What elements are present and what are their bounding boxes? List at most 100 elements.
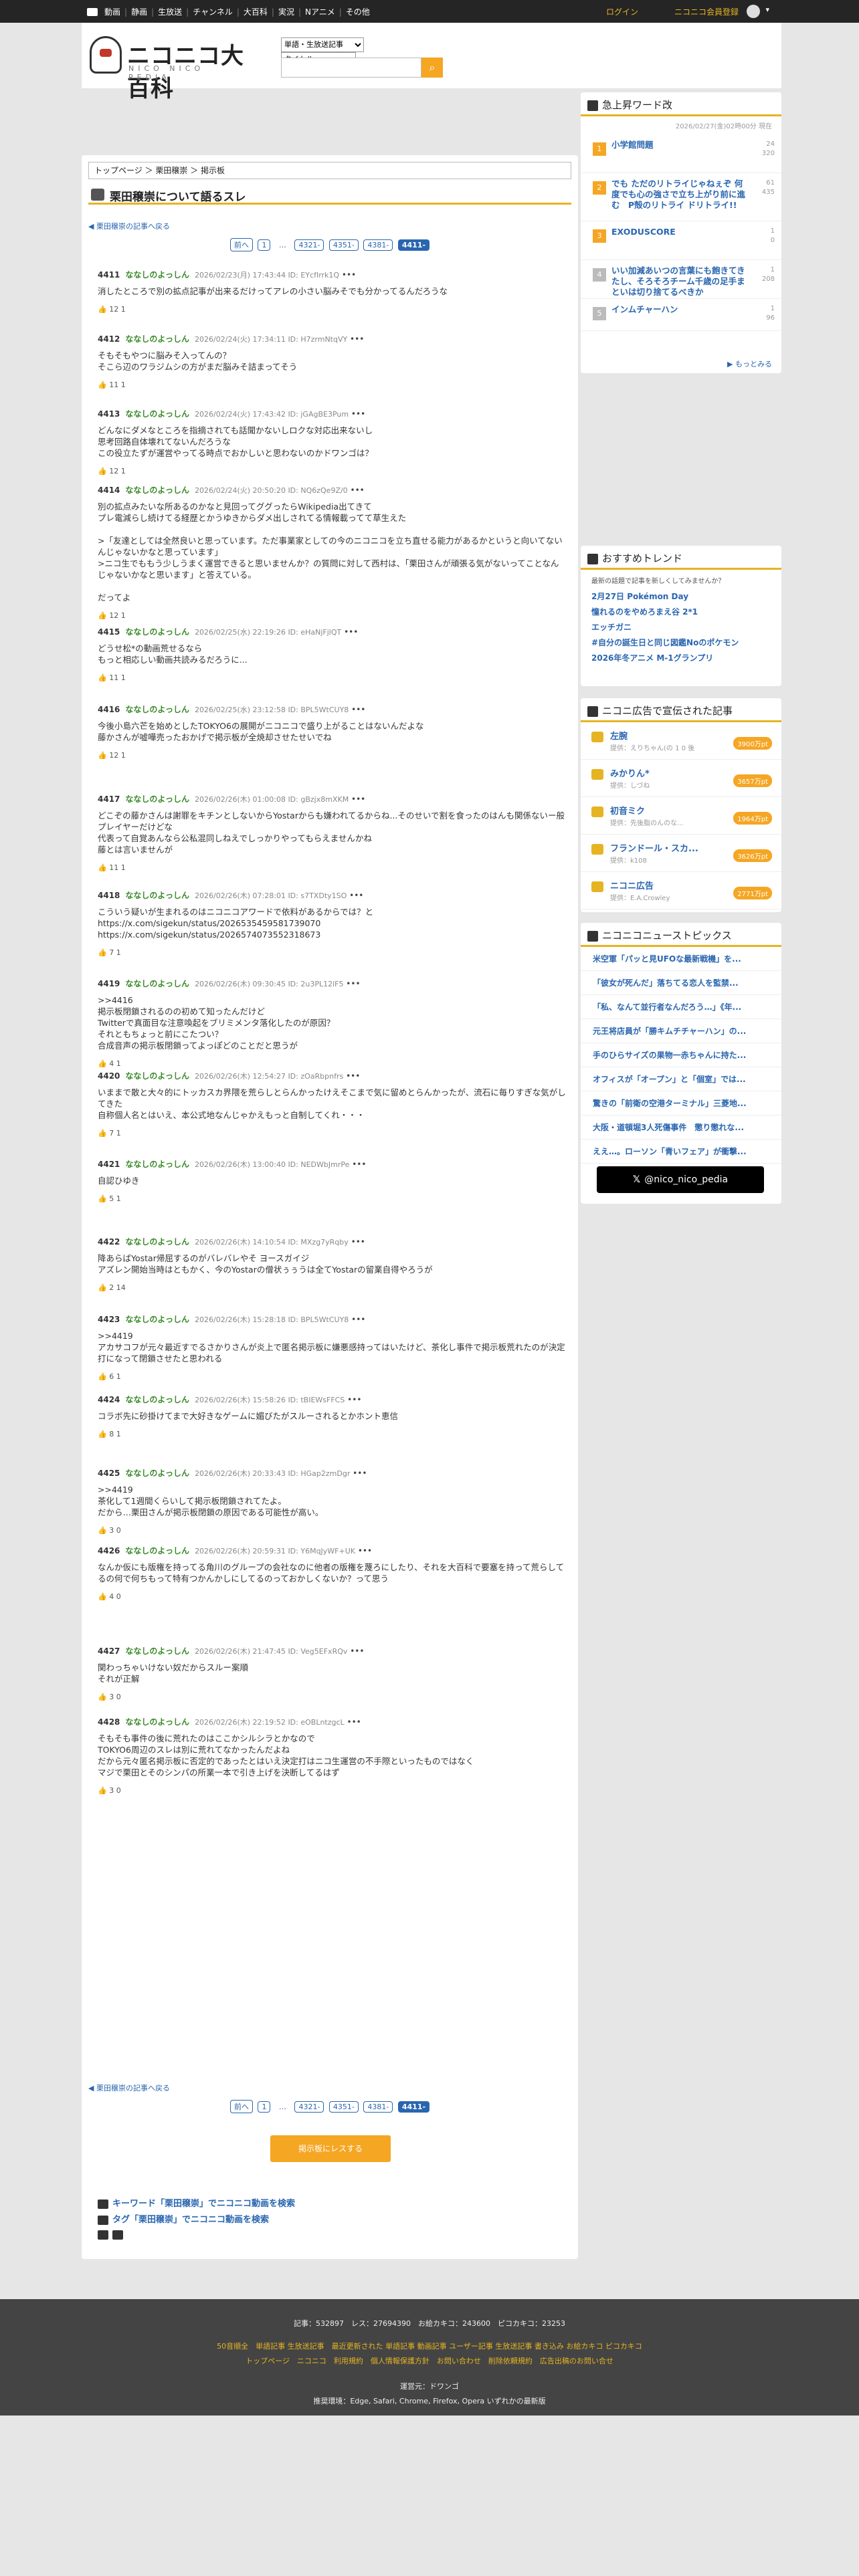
post-menu-icon[interactable]: ••• (347, 1717, 361, 1727)
more-link[interactable]: ▶ もっとみる (727, 358, 772, 369)
pager-current[interactable]: 4411- (397, 2101, 430, 2113)
post-number[interactable]: 4414 (98, 486, 120, 495)
post-menu-icon[interactable]: ••• (358, 1546, 372, 1555)
post-vote[interactable]: 👍 6 1 (98, 1372, 566, 1381)
news-item[interactable]: ええ…。ローソン「青いフェア」が衝撃... (581, 1140, 781, 1164)
footer-links[interactable]: 50音順全 単語記事 生放送記事 最近更新された 単語記事 動画記事 ユーザー記… (0, 2341, 859, 2351)
post-menu-icon[interactable]: ••• (351, 409, 365, 419)
back-to-article-link-bottom[interactable]: ◀ 栗田穣崇の記事へ戻る (88, 2082, 170, 2093)
breadcrumb[interactable]: トップページ ＞ 栗田穣崇 ＞ 掲示板 (88, 162, 571, 179)
ad-article-item[interactable]: 初音ミク 提供：先後脂のんのな... 1964万pt (581, 797, 781, 835)
trend-item[interactable]: 2026年冬アニメ M-1グランプリ (591, 652, 771, 663)
post-menu-icon[interactable]: ••• (351, 486, 365, 495)
ad-article-title[interactable]: 初音ミク (610, 804, 645, 817)
post-vote[interactable]: 👍 12 1 (98, 751, 566, 760)
post-number[interactable]: 4424 (98, 1395, 120, 1404)
pager-page[interactable]: 1 (258, 2101, 271, 2113)
post-number[interactable]: 4426 (98, 1546, 120, 1555)
post-number[interactable]: 4427 (98, 1646, 120, 1656)
hot-word-item[interactable]: 5 インムチャーハン 1 96 (581, 299, 781, 331)
post-number[interactable]: 4420 (98, 1071, 120, 1081)
post-menu-icon[interactable]: ••• (346, 1071, 360, 1081)
nav-seiga[interactable]: 静画 (131, 6, 147, 17)
post-vote[interactable]: 👍 2 14 (98, 1283, 566, 1292)
post-vote[interactable]: 👍 12 1 (98, 305, 566, 314)
post-number[interactable]: 4413 (98, 409, 120, 419)
post-vote[interactable]: 👍 11 1 (98, 381, 566, 389)
search-video-keyword-link[interactable]: キーワード「栗田穣崇」でニコニコ動画を検索 (98, 2196, 295, 2209)
pager-page[interactable]: 4351- (328, 239, 359, 251)
news-item[interactable]: 大阪・道頓堀3人死傷事件 懲り懲れな... (581, 1115, 781, 1140)
post-number[interactable]: 4411 (98, 270, 120, 280)
post-vote[interactable]: 👍 5 1 (98, 1194, 566, 1203)
post-menu-icon[interactable]: ••• (346, 979, 360, 988)
post-number[interactable]: 4422 (98, 1237, 120, 1247)
post-number[interactable]: 4417 (98, 794, 120, 804)
ad-article-title[interactable]: みかりん* (610, 766, 650, 779)
post-number[interactable]: 4428 (98, 1717, 120, 1727)
niconico-tv-icon[interactable] (87, 7, 98, 16)
post-vote[interactable]: 👍 3 0 (98, 1693, 566, 1701)
post-vote[interactable]: 👍 4 0 (98, 1592, 566, 1601)
hot-word-link[interactable]: いい加減あいつの言葉にも飽きてきたし、そろそろチーム千歳の足手まといは切り捨てる… (611, 265, 745, 298)
post-menu-icon[interactable]: ••• (350, 1646, 364, 1656)
pager-page[interactable]: 4351- (328, 2101, 359, 2113)
ad-article-item[interactable]: 左腕 提供：えりちゃん(の 1 0 後 3900万pt (581, 722, 781, 760)
news-item[interactable]: 驚きの「前衛の空港ターミナル」三菱地... (581, 1091, 781, 1115)
post-number[interactable]: 4421 (98, 1160, 120, 1169)
post-menu-icon[interactable]: ••• (351, 794, 365, 804)
hot-word-item[interactable]: 2 でも ただのリトライじゃねぇぞ 何度でも心の強さで立ち上がり前に進む P殻のリ… (581, 173, 781, 221)
post-menu-icon[interactable]: ••• (342, 270, 356, 280)
news-item[interactable]: 手のひらサイズの果物一赤ちゃんに持た... (581, 1043, 781, 1067)
post-menu-icon[interactable]: ••• (350, 334, 364, 344)
register-link[interactable]: ニコニコ会員登録 (674, 6, 739, 17)
post-vote[interactable]: 👍 8 1 (98, 1430, 566, 1438)
pager-prev[interactable]: 前へ (229, 238, 253, 251)
nav-live[interactable]: 生放送 (158, 6, 182, 17)
post-vote[interactable]: 👍 4 1 (98, 1059, 566, 1068)
post-menu-icon[interactable]: ••• (349, 891, 363, 900)
post-menu-icon[interactable]: ••• (351, 705, 365, 714)
site-logo[interactable]: ニコニコ大百科 NICO NICO PEDIA (90, 36, 250, 102)
pager-prev[interactable]: 前へ (229, 2100, 253, 2113)
post-vote[interactable]: 👍 11 1 (98, 863, 566, 872)
ad-article-title[interactable]: フランドール・スカ... (610, 841, 698, 854)
nav-nanime[interactable]: Nアニメ (305, 6, 335, 17)
post-number[interactable]: 4423 (98, 1315, 120, 1324)
post-vote[interactable]: 👍 12 1 (98, 467, 566, 475)
ad-article-title[interactable]: 左腕 (610, 729, 628, 742)
post-number[interactable]: 4419 (98, 979, 120, 988)
pager-page[interactable]: 4381- (363, 239, 393, 251)
post-vote[interactable]: 👍 7 1 (98, 948, 566, 957)
hot-word-item[interactable]: 4 いい加減あいつの言葉にも飽きてきたし、そろそろチーム千歳の足手まといは切り捨て… (581, 260, 781, 299)
hot-word-item[interactable]: 1 小学館問題 24 320 (581, 134, 781, 173)
chevron-down-icon[interactable]: ▾ (765, 5, 769, 14)
trend-item[interactable]: #自分の誕生日と同じ図鑑Noのポケモン (591, 637, 771, 648)
login-link[interactable]: ログイン (606, 6, 638, 17)
post-menu-icon[interactable]: ••• (351, 1237, 365, 1247)
trend-item[interactable]: 憧れるのをやめろまえ谷 2*1 (591, 606, 771, 617)
post-menu-icon[interactable]: ••• (344, 627, 358, 637)
trend-item[interactable]: 2月27日 Pokémon Day (591, 591, 771, 602)
ad-article-item[interactable]: フランドール・スカ... 提供：k108 3626万pt (581, 835, 781, 872)
post-menu-icon[interactable]: ••• (351, 1315, 365, 1324)
post-vote[interactable]: 👍 3 0 (98, 1526, 566, 1535)
post-number[interactable]: 4416 (98, 705, 120, 714)
hot-word-link[interactable]: でも ただのリトライじゃねぇぞ 何度でも心の強さで立ち上がり前に進む P殻のリト… (611, 179, 745, 211)
nav-pedia[interactable]: 大百科 (244, 6, 268, 17)
post-menu-icon[interactable]: ••• (347, 1395, 361, 1404)
hot-word-link[interactable]: EXODUSCORE (611, 227, 745, 237)
ad-article-title[interactable]: ニコニ広告 (610, 879, 654, 891)
post-reply-button[interactable]: 掲示板にレスする (270, 2135, 391, 2162)
news-item[interactable]: 元王将店員が「勝キムチチャーハン」の... (581, 1019, 781, 1043)
back-to-article-link[interactable]: ◀ 栗田穣崇の記事へ戻る (88, 221, 170, 231)
ad-article-item[interactable]: みかりん* 提供：しづね 3657万pt (581, 760, 781, 797)
news-item[interactable]: 「彼女が死んだ」落ちてる恋人を監禁... (581, 971, 781, 995)
pager-page[interactable]: 4381- (363, 2101, 393, 2113)
post-menu-icon[interactable]: ••• (353, 1469, 367, 1478)
post-vote[interactable]: 👍 12 1 (98, 611, 566, 620)
hot-word-link[interactable]: インムチャーハン (611, 304, 745, 315)
footer-links-2[interactable]: トップページ ニコニコ 利用規約 個人情報保護方針 お問い合わせ 削除依頼規約 … (0, 2355, 859, 2366)
pager-page[interactable]: 1 (258, 239, 271, 251)
trend-item[interactable]: エッチガニ (591, 621, 771, 633)
